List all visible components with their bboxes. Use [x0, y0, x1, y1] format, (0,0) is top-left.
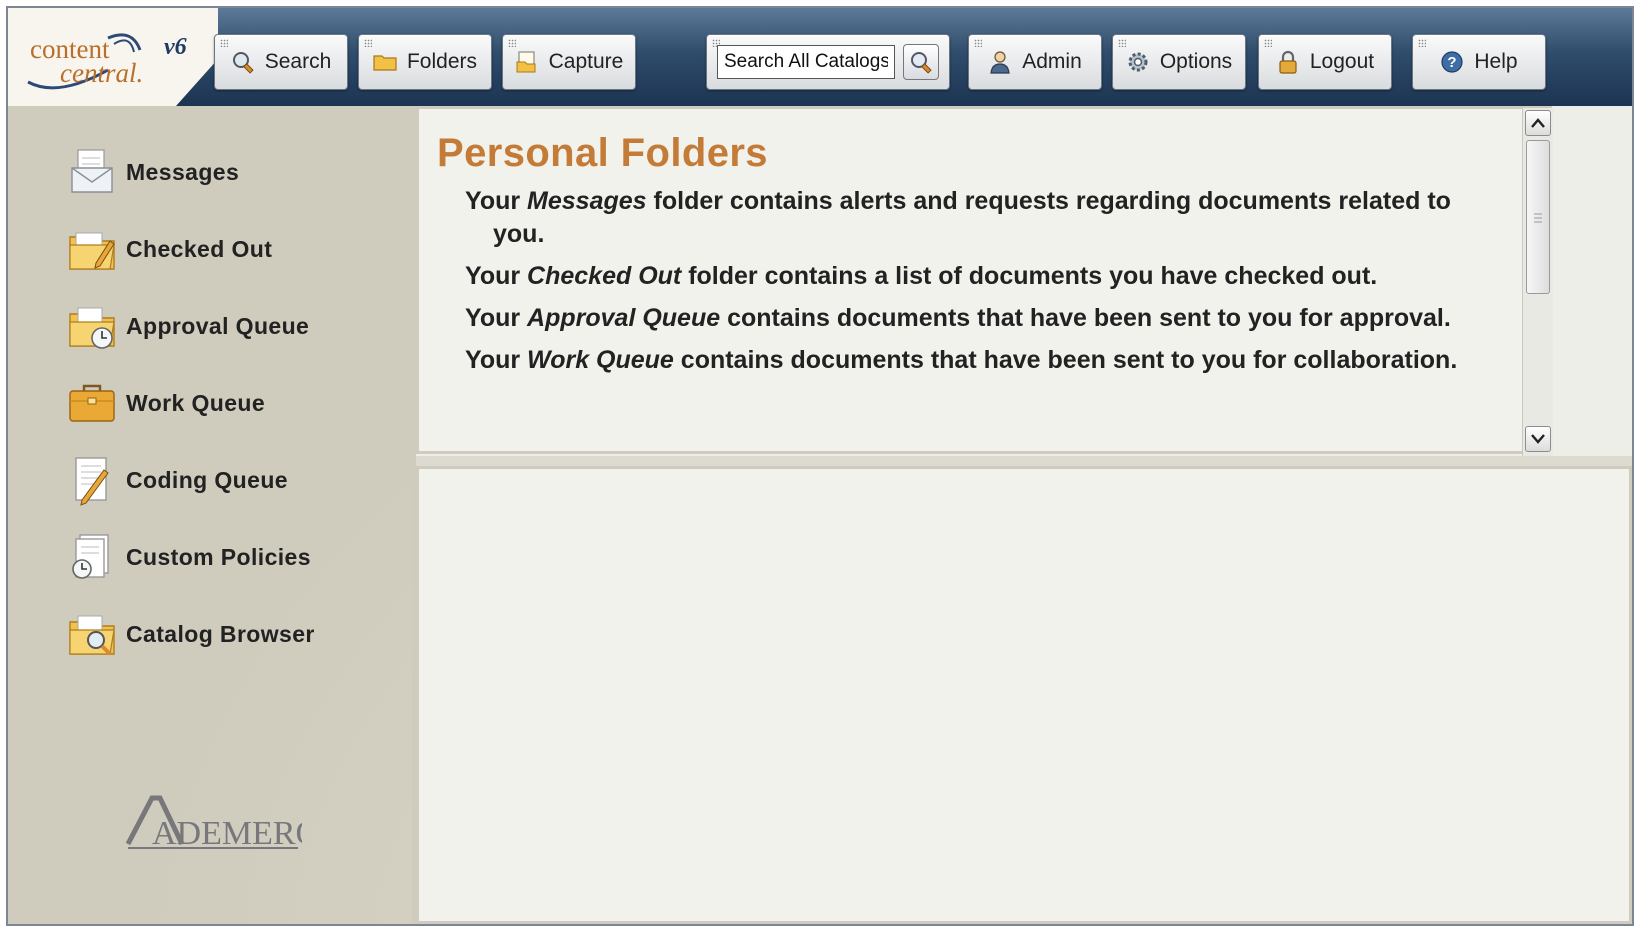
capture-button[interactable]: Capture	[502, 34, 636, 90]
vertical-scrollbar[interactable]	[1522, 108, 1553, 458]
options-button[interactable]: Options	[1112, 34, 1246, 90]
sidebar-item-label: Catalog Browser	[126, 620, 315, 647]
grip-icon	[1118, 39, 1126, 47]
description-folder-name: Approval Queue	[527, 304, 721, 332]
grip-icon	[974, 39, 982, 47]
grip-icon	[220, 39, 228, 47]
logout-button[interactable]: Logout	[1258, 34, 1392, 90]
top-toolbar: content central. v6 Search Folders Captu…	[8, 8, 1632, 106]
sidebar-item-work-queue[interactable]: Work Queue	[66, 373, 265, 433]
sidebar-item-label: Checked Out	[126, 235, 273, 262]
sidebar-item-label: Work Queue	[126, 389, 266, 416]
briefcase-icon	[69, 384, 115, 422]
sidebar-item-label: Coding Queue	[126, 466, 288, 493]
logo: content central. v6	[8, 8, 218, 106]
scroll-thumb[interactable]	[1526, 140, 1550, 294]
ademero-logo: ADEMERO	[125, 794, 320, 855]
description-folder-name: Checked Out	[527, 262, 682, 290]
admin-button[interactable]: Admin	[968, 34, 1102, 90]
options-button-label: Options	[1159, 50, 1233, 73]
description-text: Your	[465, 187, 528, 215]
catalog-search-box	[706, 34, 950, 90]
logout-button-label: Logout	[1309, 50, 1375, 73]
document-clock-icon	[72, 534, 109, 579]
scroll-up-button[interactable]	[1525, 110, 1551, 136]
gear-icon	[1126, 50, 1150, 74]
search-button-label: Search	[264, 50, 332, 73]
grip-icon	[364, 39, 372, 47]
help-button-label: Help	[1474, 50, 1518, 73]
lock-icon	[1276, 50, 1300, 74]
sidebar-item-label: Custom Policies	[126, 543, 311, 570]
folder-pencil-icon	[69, 232, 115, 270]
folder-icon	[373, 50, 397, 74]
magnifier-icon	[231, 50, 255, 74]
grip-icon	[1418, 39, 1426, 47]
sidebar-item-label: Messages	[126, 158, 240, 185]
chevron-down-icon	[1531, 434, 1545, 444]
folder-content-panel	[416, 466, 1632, 924]
grip-lines-icon	[1534, 213, 1542, 223]
folders-button-label: Folders	[406, 50, 478, 73]
user-icon	[988, 50, 1012, 74]
description-text: Your	[465, 262, 528, 290]
sidebar-item-coding-queue[interactable]: Coding Queue	[66, 450, 288, 510]
description-text: contains documents that have been sent t…	[720, 304, 1451, 332]
description-checked-out: Your Checked Out folder contains a list …	[465, 260, 1505, 293]
description-messages: Your Messages folder contains alerts and…	[465, 185, 1505, 251]
description-work-queue: Your Work Queue contains documents that …	[465, 344, 1505, 377]
sidebar-item-catalog-browser[interactable]: Catalog Browser	[66, 604, 315, 664]
logo-text-bottom: central.	[60, 58, 144, 88]
capture-icon	[515, 50, 539, 74]
help-button[interactable]: ? Help	[1412, 34, 1546, 90]
version-label: v6	[164, 34, 187, 60]
personal-folders-sidebar: Messages Checked Out Approval Queue Work…	[8, 106, 416, 924]
envelope-icon	[71, 149, 113, 193]
capture-button-label: Capture	[548, 50, 624, 73]
grip-icon	[508, 39, 516, 47]
folder-descriptions: Your Messages folder contains alerts and…	[465, 185, 1505, 386]
catalog-search-go-button[interactable]	[903, 44, 939, 80]
document-pencil-icon	[75, 457, 109, 506]
folders-button[interactable]: Folders	[358, 34, 492, 90]
description-text: contains documents that have been sent t…	[673, 346, 1458, 374]
page-title: Personal Folders	[437, 131, 768, 175]
scroll-down-button[interactable]	[1525, 426, 1551, 452]
grip-icon	[1264, 39, 1272, 47]
description-approval-queue: Your Approval Queue contains documents t…	[465, 302, 1505, 335]
admin-button-label: Admin	[1022, 50, 1082, 73]
panel-splitter[interactable]	[416, 456, 1632, 466]
help-icon: ?	[1440, 50, 1464, 74]
app-window: content central. v6 Search Folders Captu…	[6, 6, 1634, 926]
description-text: Your	[465, 304, 528, 332]
catalog-search-input[interactable]	[717, 45, 895, 79]
sidebar-item-approval-queue[interactable]: Approval Queue	[66, 296, 309, 356]
description-folder-name: Messages	[527, 187, 647, 215]
sidebar-item-messages[interactable]: Messages	[66, 142, 239, 202]
description-text: folder contains a list of documents you …	[681, 262, 1378, 290]
search-button[interactable]: Search	[214, 34, 348, 90]
svg-text:?: ?	[1448, 54, 1457, 71]
description-text: Your	[465, 346, 528, 374]
folder-magnifier-icon	[69, 615, 115, 656]
ademero-logo-text: ADEMERO	[152, 815, 302, 850]
description-folder-name: Work Queue	[527, 346, 674, 374]
sidebar-item-custom-policies[interactable]: Custom Policies	[66, 527, 311, 587]
chevron-up-icon	[1531, 118, 1545, 128]
sidebar-item-label: Approval Queue	[126, 312, 310, 339]
magnifier-icon	[911, 52, 932, 74]
sidebar-item-checked-out[interactable]: Checked Out	[66, 219, 272, 279]
folder-clock-icon	[69, 307, 115, 349]
description-panel: Personal Folders Your Messages folder co…	[416, 106, 1552, 454]
